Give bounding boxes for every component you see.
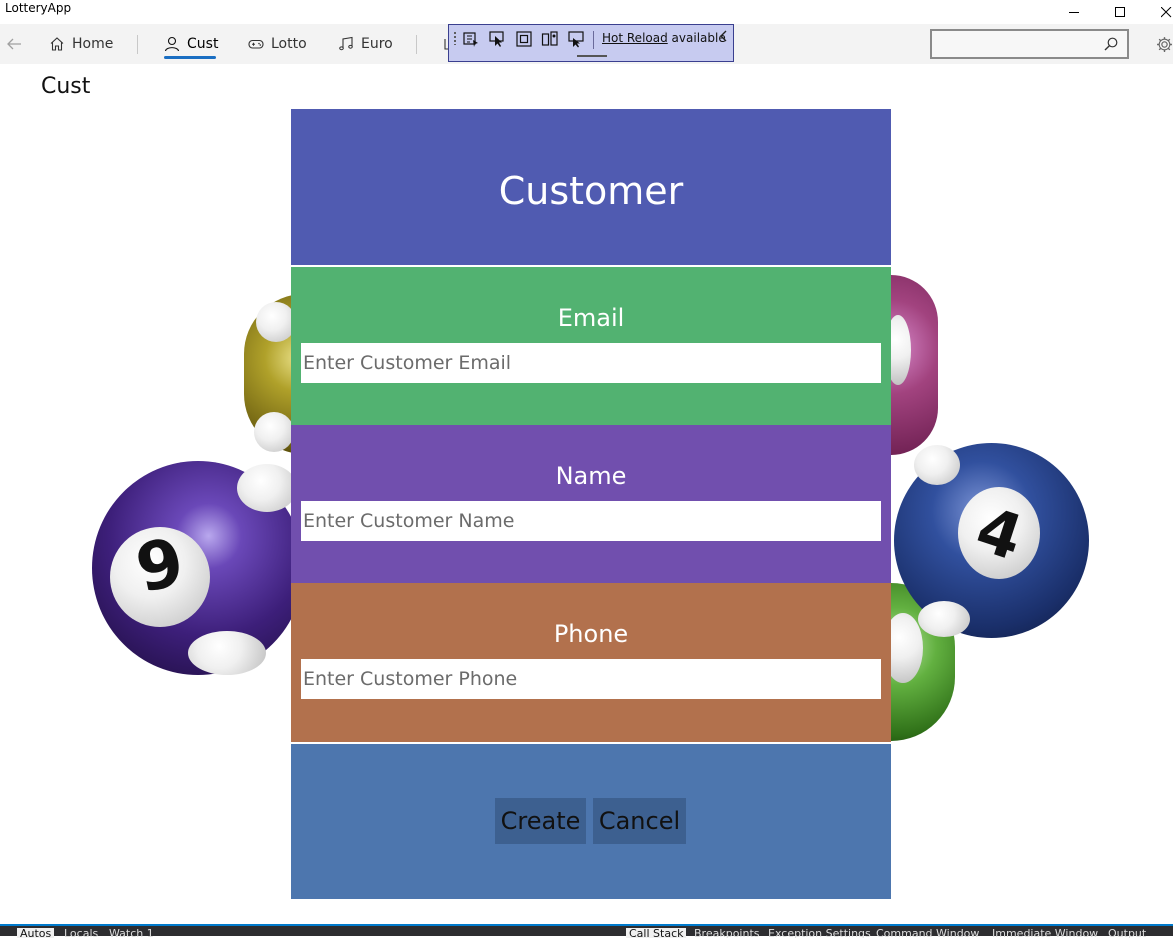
search-input[interactable] [932, 31, 1102, 57]
tab-autos[interactable]: Autos [17, 928, 55, 938]
tab-breakpoints[interactable]: Breakpoints [694, 928, 760, 938]
nav-item-label: Euro [361, 36, 393, 52]
close-icon [1160, 6, 1171, 17]
nav-item-label: Home [72, 36, 114, 52]
tab-call-stack[interactable]: Call Stack [626, 928, 687, 938]
lottery-ball-image [885, 275, 938, 455]
cancel-button[interactable]: Cancel [593, 798, 686, 844]
hot-reload-status: Hot Reload available [602, 31, 726, 45]
name-label: Name [555, 462, 627, 490]
email-section: Email [291, 267, 891, 425]
tab-command-window[interactable]: Command Window [876, 928, 979, 938]
track-focus-icon[interactable] [541, 30, 559, 48]
phone-section: Phone [291, 583, 891, 742]
tab-output[interactable]: Output [1108, 928, 1146, 938]
email-label: Email [557, 304, 625, 332]
name-field[interactable] [301, 501, 881, 541]
nav-item-lotto[interactable]: Lotto [248, 24, 307, 64]
form-title: Customer [498, 169, 684, 213]
lottery-ball-image: 9 [92, 461, 304, 675]
nav-item-home[interactable]: Home [49, 24, 113, 64]
debug-toolbar: Hot Reload available [448, 24, 734, 62]
home-icon [50, 37, 64, 51]
collapse-toolbar-button[interactable] [719, 29, 729, 47]
nav-item-euro[interactable]: Euro [338, 24, 393, 64]
form-header: Customer [291, 109, 891, 265]
maximize-button[interactable] [1097, 0, 1143, 24]
email-field[interactable] [301, 343, 881, 383]
chevron-left-icon [720, 30, 727, 42]
tab-locals[interactable]: Locals [64, 928, 98, 938]
search-icon[interactable] [1103, 36, 1119, 52]
create-button[interactable]: Create [495, 798, 586, 844]
live-visual-tree-icon[interactable] [462, 30, 480, 48]
customer-form: Customer Email Name Phone Create Cancel [291, 109, 891, 899]
hot-reload-suffix: available [671, 31, 726, 45]
tab-immediate-window[interactable]: Immediate Window [992, 928, 1098, 938]
toolbar-separator [593, 31, 594, 49]
gear-icon[interactable] [1156, 36, 1173, 53]
display-accessibility-icon[interactable] [567, 30, 585, 48]
form-actions: Create Cancel [291, 744, 891, 899]
active-tab-indicator [164, 56, 216, 59]
music-notes-icon [339, 36, 353, 51]
tab-watch[interactable]: Watch 1 [109, 928, 154, 938]
nav-item-label: Lotto [271, 36, 307, 52]
phone-field[interactable] [301, 659, 881, 699]
app-title: LotteryApp [5, 1, 72, 15]
back-button[interactable] [2, 32, 26, 56]
gamepad-icon [248, 39, 264, 49]
person-icon [164, 36, 180, 52]
nav-separator [137, 35, 138, 54]
minimize-button[interactable] [1051, 0, 1097, 24]
ide-tool-tabs: Autos Locals Watch 1 Call Stack Breakpoi… [0, 924, 1173, 938]
name-section: Name [291, 425, 891, 583]
page-title: Cust [41, 74, 91, 99]
close-button[interactable] [1143, 0, 1173, 24]
maximize-icon [1114, 6, 1125, 17]
hot-reload-link[interactable]: Hot Reload [602, 31, 668, 45]
drag-grip-icon[interactable] [453, 31, 457, 45]
nav-item-label: Cust [187, 36, 219, 52]
nav-separator [416, 35, 417, 54]
select-element-icon[interactable] [488, 30, 506, 48]
phone-label: Phone [553, 620, 629, 648]
active-tool-indicator [577, 55, 607, 57]
lottery-ball-image: 4 [894, 443, 1089, 638]
minimize-icon [1068, 11, 1079, 13]
tab-exception-settings[interactable]: Exception Settings [768, 928, 871, 938]
display-layout-adorners-icon[interactable] [515, 30, 533, 48]
title-bar: LotteryApp [0, 0, 1173, 24]
back-arrow-icon [7, 38, 21, 50]
search-box[interactable] [930, 29, 1129, 59]
